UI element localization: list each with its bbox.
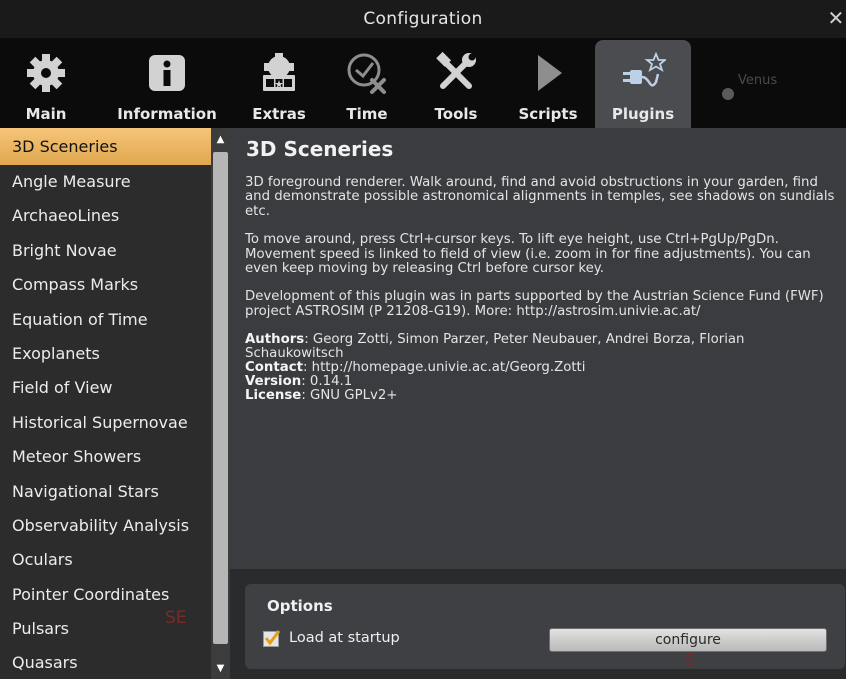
configure-button[interactable]: configure bbox=[549, 628, 827, 652]
list-item[interactable]: Quasars bbox=[0, 646, 211, 679]
description-paragraph: Development of this plugin was in parts … bbox=[245, 289, 824, 319]
compass-label-se: SE bbox=[165, 608, 187, 628]
plugin-authors: Authors: Georg Zotti, Simon Parzer, Pete… bbox=[245, 333, 845, 361]
plugin-title: 3D Sceneries bbox=[246, 137, 394, 161]
list-item[interactable]: Equation of Time bbox=[0, 303, 211, 337]
plugin-version: Version: 0.14.1 bbox=[245, 375, 845, 389]
list-item[interactable]: Observability Analysis bbox=[0, 509, 211, 543]
tab-information[interactable]: Information bbox=[108, 38, 226, 128]
planet-label-venus: Venus bbox=[738, 73, 778, 88]
scroll-up-icon[interactable]: ▲ bbox=[211, 128, 230, 150]
contact-value: : http://homepage.univie.ac.at/Georg.Zot… bbox=[302, 360, 586, 376]
tab-information-label: Information bbox=[117, 105, 217, 123]
info-icon bbox=[142, 48, 192, 98]
license-label: License bbox=[245, 388, 302, 404]
options-group: Options Load at startup configure S bbox=[245, 584, 845, 669]
options-heading: Options bbox=[267, 597, 333, 615]
tab-plugins[interactable]: Plugins bbox=[595, 40, 691, 128]
license-value: : GNU GPLv2+ bbox=[301, 388, 398, 404]
plugin-description: 3D foreground renderer. Walk around, fin… bbox=[245, 175, 845, 403]
tab-tools-label: Tools bbox=[434, 105, 478, 123]
list-item[interactable]: Navigational Stars bbox=[0, 475, 211, 509]
planet-dot bbox=[722, 88, 734, 100]
gear-icon bbox=[21, 48, 71, 98]
plugin-details: 3D Sceneries 3D foreground renderer. Wal… bbox=[230, 128, 846, 569]
tab-scripts[interactable]: Scripts bbox=[508, 38, 588, 128]
description-paragraph: 3D foreground renderer. Walk around, fin… bbox=[245, 175, 835, 219]
plugin-icon bbox=[618, 50, 668, 100]
list-item[interactable]: Field of View bbox=[0, 371, 211, 405]
tab-scripts-label: Scripts bbox=[518, 105, 578, 123]
checkmark-icon bbox=[264, 630, 281, 646]
authors-label: Authors bbox=[245, 332, 305, 348]
list-item[interactable]: Compass Marks bbox=[0, 268, 211, 302]
tab-plugins-label: Plugins bbox=[611, 105, 675, 123]
scroll-down-icon[interactable]: ▼ bbox=[211, 657, 230, 679]
list-item[interactable]: Bright Novae bbox=[0, 234, 211, 268]
list-item[interactable]: ArchaeoLines bbox=[0, 199, 211, 233]
tab-extras[interactable]: Extras bbox=[242, 38, 316, 128]
list-item[interactable]: Exoplanets bbox=[0, 337, 211, 371]
config-tab-bar: Main Information Extras Time Tools Scrip… bbox=[0, 38, 846, 128]
list-item[interactable]: Meteor Showers bbox=[0, 440, 211, 474]
description-paragraph: To move around, press Ctrl+cursor keys. … bbox=[245, 232, 811, 277]
tab-time[interactable]: Time bbox=[334, 38, 400, 128]
plugin-list[interactable]: 3D Sceneries Angle Measure ArchaeoLines … bbox=[0, 128, 211, 679]
tab-time-label: Time bbox=[346, 105, 388, 123]
tab-main[interactable]: Main bbox=[16, 38, 76, 128]
plugin-license: License: GNU GPLv2+ bbox=[245, 389, 845, 403]
list-scrollbar[interactable]: ▲ ▼ bbox=[211, 128, 230, 679]
window-title: Configuration bbox=[363, 9, 483, 29]
version-value: : 0.14.1 bbox=[301, 374, 353, 390]
window-titlebar: Configuration ✕ bbox=[0, 0, 846, 38]
list-item[interactable]: Pointer Coordinates bbox=[0, 578, 211, 612]
list-item[interactable]: Historical Supernovae bbox=[0, 406, 211, 440]
scrollbar-thumb[interactable] bbox=[213, 152, 228, 644]
clock-icon bbox=[342, 48, 392, 98]
tools-icon bbox=[431, 48, 481, 98]
contact-label: Contact bbox=[245, 360, 303, 376]
load-at-startup-checkbox[interactable] bbox=[263, 630, 281, 647]
tab-main-label: Main bbox=[25, 105, 67, 123]
plugin-contact: Contact: http://homepage.univie.ac.at/Ge… bbox=[245, 361, 845, 375]
list-item[interactable]: Angle Measure bbox=[0, 165, 211, 199]
authors-value: : Georg Zotti, Simon Parzer, Peter Neuba… bbox=[245, 332, 745, 362]
version-label: Version bbox=[245, 374, 302, 390]
extras-icon bbox=[254, 48, 304, 98]
play-icon bbox=[523, 48, 573, 98]
load-at-startup-label: Load at startup bbox=[289, 630, 400, 646]
tab-tools[interactable]: Tools bbox=[424, 38, 488, 128]
close-icon[interactable]: ✕ bbox=[826, 6, 846, 30]
list-item[interactable]: Oculars bbox=[0, 543, 211, 577]
compass-label-s: S bbox=[685, 650, 696, 669]
tab-extras-label: Extras bbox=[252, 105, 306, 123]
list-item[interactable]: 3D Sceneries bbox=[0, 128, 211, 165]
